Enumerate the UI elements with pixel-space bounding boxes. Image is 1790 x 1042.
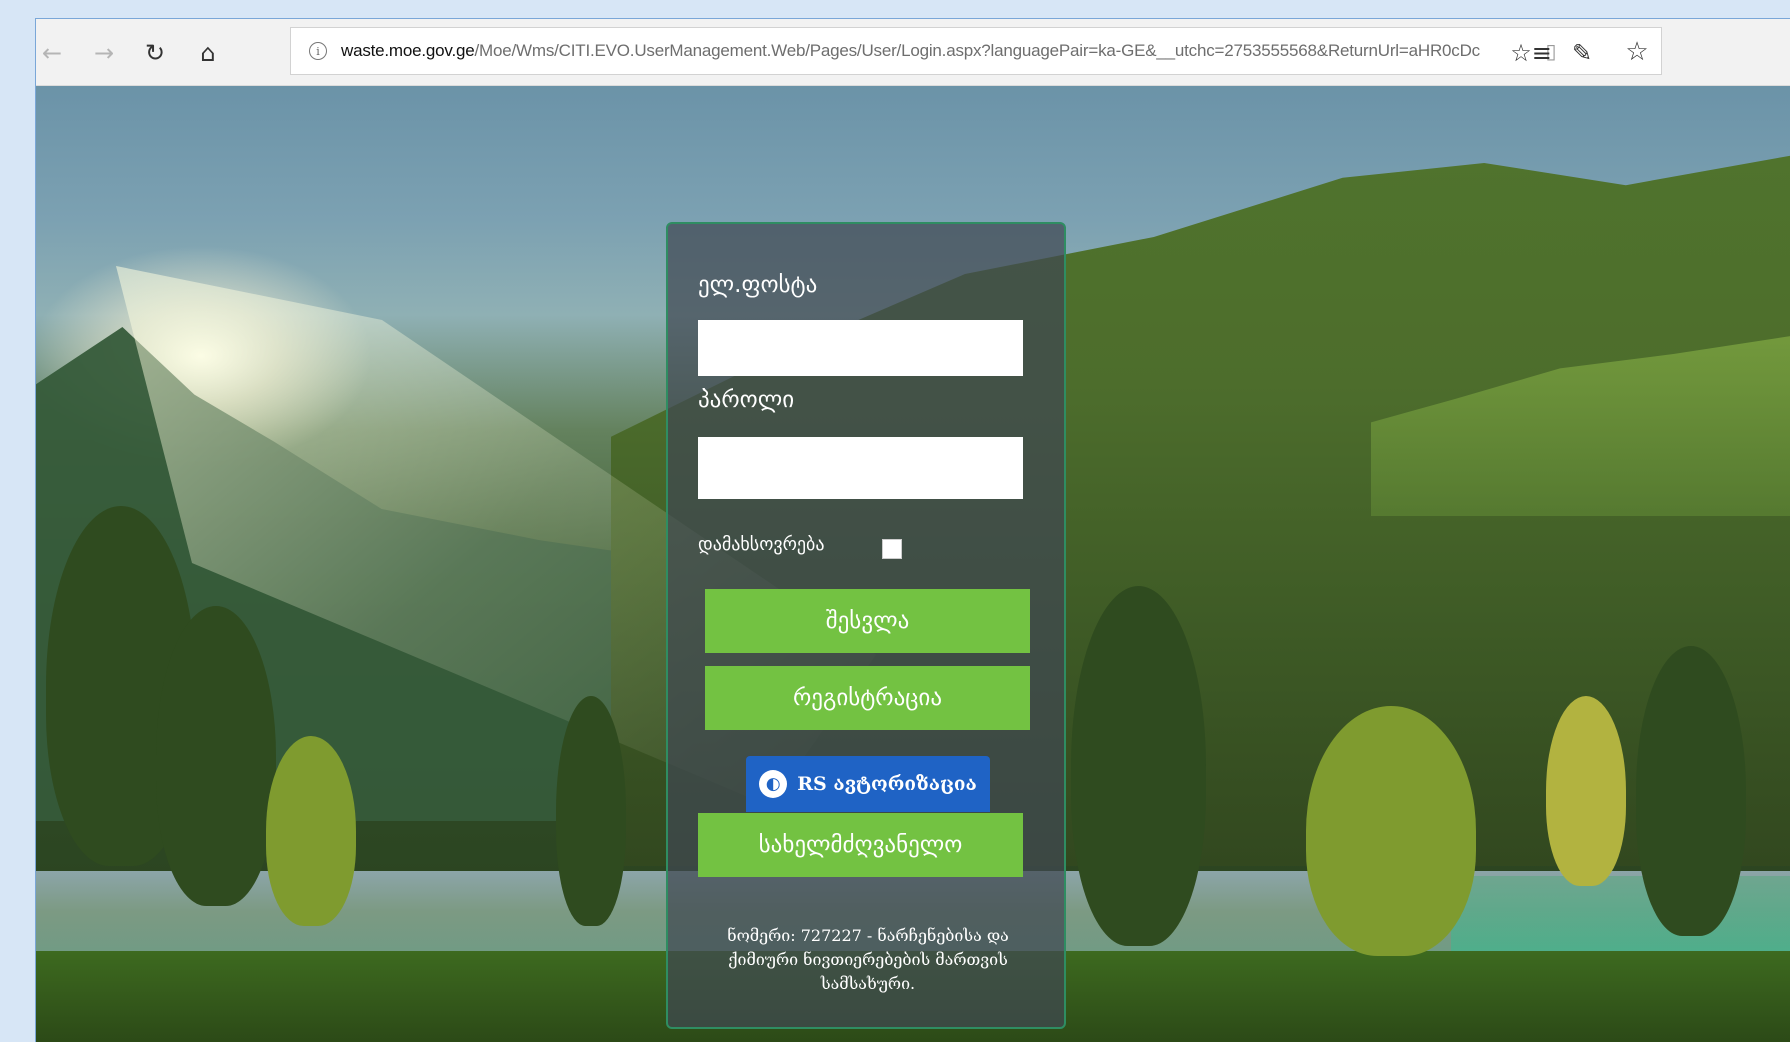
rs-auth-button[interactable]: ◐ RS ავტორიზაცია xyxy=(746,756,990,812)
tree xyxy=(266,736,356,926)
manual-button[interactable]: სახელმძღვანელო xyxy=(698,813,1023,877)
tree xyxy=(556,696,626,926)
favorite-star-icon[interactable]: ☆ xyxy=(1623,37,1651,67)
tree xyxy=(1546,696,1626,886)
browser-toolbar: ← → ↻ ⌂ i waste.moe.gov.ge/Moe/Wms/CITI.… xyxy=(36,19,1790,86)
tree xyxy=(156,606,276,906)
address-bar[interactable]: i waste.moe.gov.ge/Moe/Wms/CITI.EVO.User… xyxy=(290,27,1662,75)
login-panel: ელ.ფოსტა პაროლი დამახსოვრება შესვლა რეგი… xyxy=(666,222,1066,1029)
remember-label: დამახსოვრება xyxy=(698,534,825,555)
password-label: პაროლი xyxy=(698,387,795,413)
tree xyxy=(1636,646,1746,936)
forward-icon[interactable]: → xyxy=(88,37,120,69)
email-label: ელ.ფოსტა xyxy=(698,272,818,298)
register-button[interactable]: რეგისტრაცია xyxy=(705,666,1030,730)
url-text: waste.moe.gov.ge/Moe/Wms/CITI.EVO.UserMa… xyxy=(341,41,1526,61)
browser-window: ← → ↻ ⌂ i waste.moe.gov.ge/Moe/Wms/CITI.… xyxy=(35,18,1790,1042)
favorites-icon[interactable]: ☆≡ xyxy=(1510,37,1552,69)
rs-auth-label: RS ავტორიზაცია xyxy=(797,773,977,795)
page-content: ელ.ფოსტა პაროლი დამახსოვრება შესვლა რეგი… xyxy=(36,86,1790,1042)
footer-note: ნომერი: 727227 - ნარჩენებისა და ქიმიური … xyxy=(727,926,1009,993)
login-button[interactable]: შესვლა xyxy=(705,589,1030,653)
notes-icon[interactable]: ✎ xyxy=(1566,37,1598,69)
home-icon[interactable]: ⌂ xyxy=(192,37,224,69)
refresh-icon[interactable]: ↻ xyxy=(139,37,171,69)
tree xyxy=(1306,706,1476,956)
back-icon[interactable]: ← xyxy=(36,37,68,69)
password-field[interactable] xyxy=(698,437,1023,499)
remember-checkbox[interactable] xyxy=(882,539,902,559)
rs-logo-icon: ◐ xyxy=(759,770,788,798)
email-field[interactable] xyxy=(698,320,1023,376)
url-host: waste.moe.gov.ge xyxy=(341,41,475,60)
site-info-icon[interactable]: i xyxy=(309,42,327,60)
url-path: /Moe/Wms/CITI.EVO.UserManagement.Web/Pag… xyxy=(474,41,1481,60)
tree xyxy=(1071,586,1206,946)
